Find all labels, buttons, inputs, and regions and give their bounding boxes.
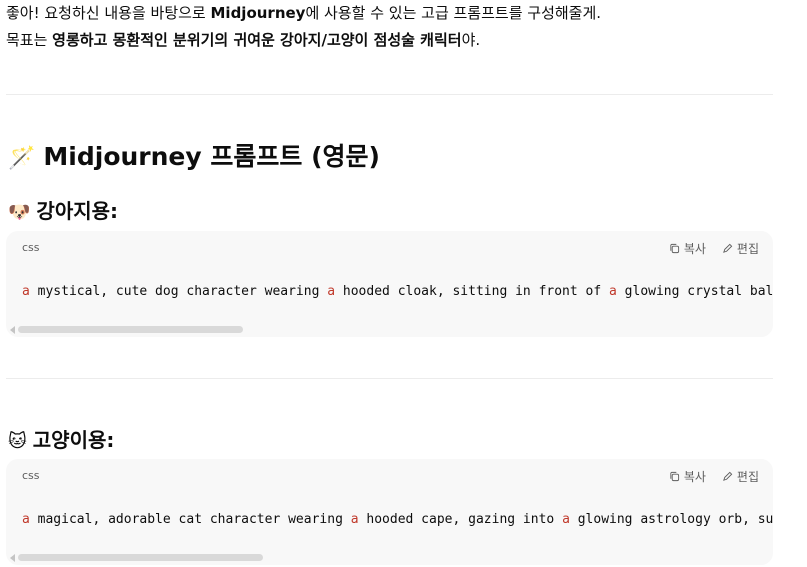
- code-token: a: [327, 284, 336, 299]
- code-text: a mystical, cute dog character wearing a…: [22, 284, 773, 299]
- copy-label: 복사: [683, 242, 706, 256]
- scrollbar-thumb[interactable]: [18, 554, 263, 561]
- code-token: hooded cape, gazing into: [358, 512, 563, 527]
- intro-bold: Midjourney: [210, 4, 306, 22]
- intro-text: 야.: [461, 31, 481, 49]
- code-actions: 복사 편집: [669, 240, 759, 257]
- dog-subheading-text: 강아지용:: [36, 199, 119, 223]
- code-token: glowing astrology orb, surr: [569, 512, 773, 527]
- code-text: a magical, adorable cat character wearin…: [22, 512, 773, 527]
- code-token: a: [22, 512, 30, 527]
- copy-icon: [670, 243, 679, 254]
- section-heading-text: Midjourney 프롬프트 (영문): [43, 142, 380, 171]
- dog-subheading: 🐶 강아지용:: [8, 195, 118, 224]
- section-heading: 🪄 Midjourney 프롬프트 (영문): [8, 137, 380, 173]
- copy-icon: [670, 471, 679, 482]
- copy-button[interactable]: 복사: [669, 240, 706, 257]
- code-token: mystical, cute dog character wearing: [29, 284, 328, 299]
- code-token: magical, adorable cat character wearing: [29, 512, 351, 527]
- edit-button[interactable]: 편집: [722, 468, 759, 485]
- copy-label: 복사: [683, 470, 706, 484]
- code-language-label: css: [22, 469, 40, 482]
- code-actions: 복사 편집: [669, 468, 759, 485]
- dog-face-icon: 🐶: [8, 202, 31, 223]
- code-token: a: [562, 512, 570, 527]
- code-token: a: [22, 284, 30, 299]
- code-token: hooded cloak, sitting in front of: [335, 284, 610, 299]
- edit-label: 편집: [736, 470, 759, 484]
- copy-button[interactable]: 복사: [669, 468, 706, 485]
- intro-text: 에 사용할 수 있는 고급 프롬프트를 구성해줄게.: [305, 4, 602, 22]
- cat-subheading: 🐱 고양이용:: [8, 424, 114, 453]
- code-token: glowing crystal ball,: [616, 284, 773, 299]
- pencil-icon: [723, 243, 733, 253]
- magic-wand-icon: 🪄: [8, 146, 36, 171]
- code-token: a: [609, 284, 617, 299]
- edit-label: 편집: [736, 242, 759, 256]
- cat-face-icon: 🐱: [8, 431, 27, 452]
- code-block-cat: css 복사 편집 a magical, adorable cat charac…: [6, 459, 773, 565]
- horizontal-scrollbar[interactable]: [6, 553, 773, 562]
- pencil-icon: [723, 471, 733, 481]
- scrollbar-thumb[interactable]: [18, 326, 243, 333]
- divider: [6, 94, 773, 95]
- intro-text: 목표는: [6, 31, 53, 49]
- intro-line-1: 좋아! 요청하신 내용을 바탕으로 Midjourney에 사용할 수 있는 고…: [6, 3, 601, 23]
- code-token: a: [350, 512, 359, 527]
- divider: [6, 378, 773, 379]
- scroll-left-icon[interactable]: [10, 326, 15, 334]
- code-block-dog: css 복사 편집 a mystical, cute dog character…: [6, 231, 773, 337]
- cat-subheading-text: 고양이용:: [32, 428, 115, 452]
- intro-line-2: 목표는 영롱하고 몽환적인 분위기의 귀여운 강아지/고양이 점성술 캐릭터야.: [6, 30, 480, 50]
- intro-text: 좋아! 요청하신 내용을 바탕으로: [6, 4, 211, 22]
- intro-bold: 영롱하고 몽환적인 분위기의 귀여운 강아지/고양이 점성술 캐릭터: [52, 31, 462, 49]
- code-language-label: css: [22, 241, 40, 254]
- scroll-left-icon[interactable]: [10, 554, 15, 562]
- edit-button[interactable]: 편집: [722, 240, 759, 257]
- horizontal-scrollbar[interactable]: [6, 325, 773, 334]
